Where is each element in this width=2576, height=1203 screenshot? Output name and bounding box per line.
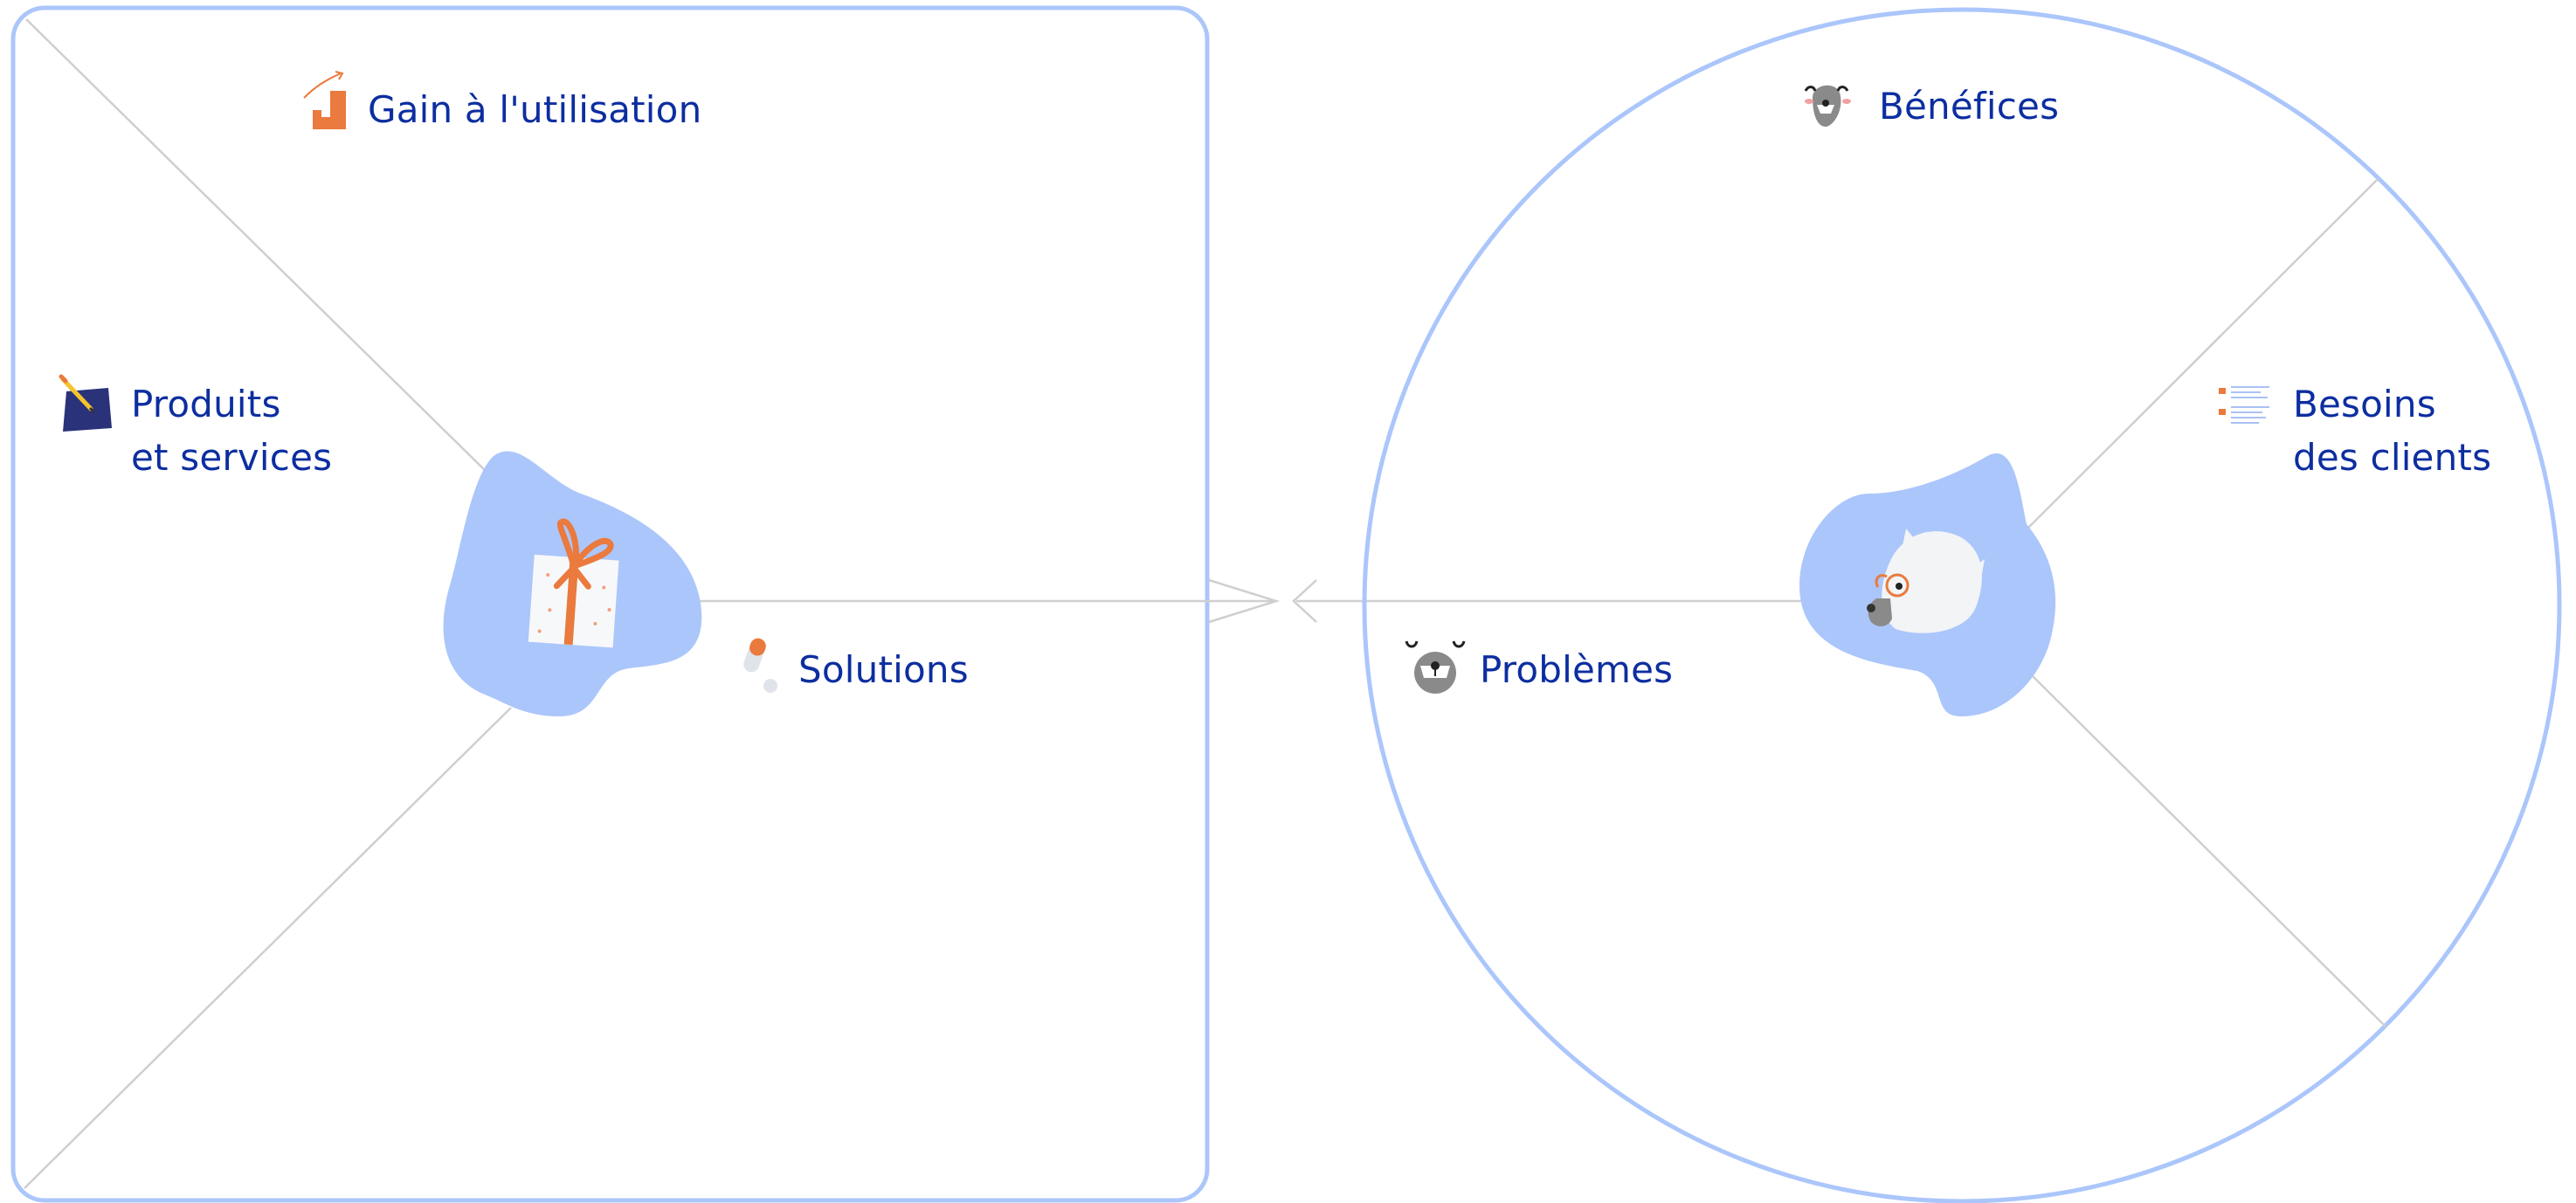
checklist-icon — [2219, 386, 2269, 424]
circle-diagonal-top — [2012, 178, 2379, 544]
pencil-notebook-icon — [59, 374, 112, 432]
growth-bar-chart-icon — [303, 71, 346, 129]
label-products-line1: Produits — [131, 383, 281, 425]
label-needs-line1: Besoins — [2293, 383, 2436, 425]
square-diagonal-bottom — [24, 707, 512, 1189]
label-problems: Problèmes — [1480, 648, 1674, 691]
label-products-line2: et services — [131, 436, 333, 479]
pill-icon — [743, 638, 777, 693]
value-proposition-canvas — [10, 5, 2562, 1203]
label-benefits: Bénéfices — [1879, 85, 2060, 128]
label-solutions: Solutions — [798, 648, 969, 691]
circle-diagonal-bottom — [2030, 674, 2386, 1027]
grumpy-bear-face-icon — [1405, 640, 1466, 694]
smiling-bear-face-icon — [1804, 85, 1851, 127]
label-gain: Gain à l'utilisation — [368, 88, 702, 131]
label-needs-line2: des clients — [2293, 436, 2492, 479]
